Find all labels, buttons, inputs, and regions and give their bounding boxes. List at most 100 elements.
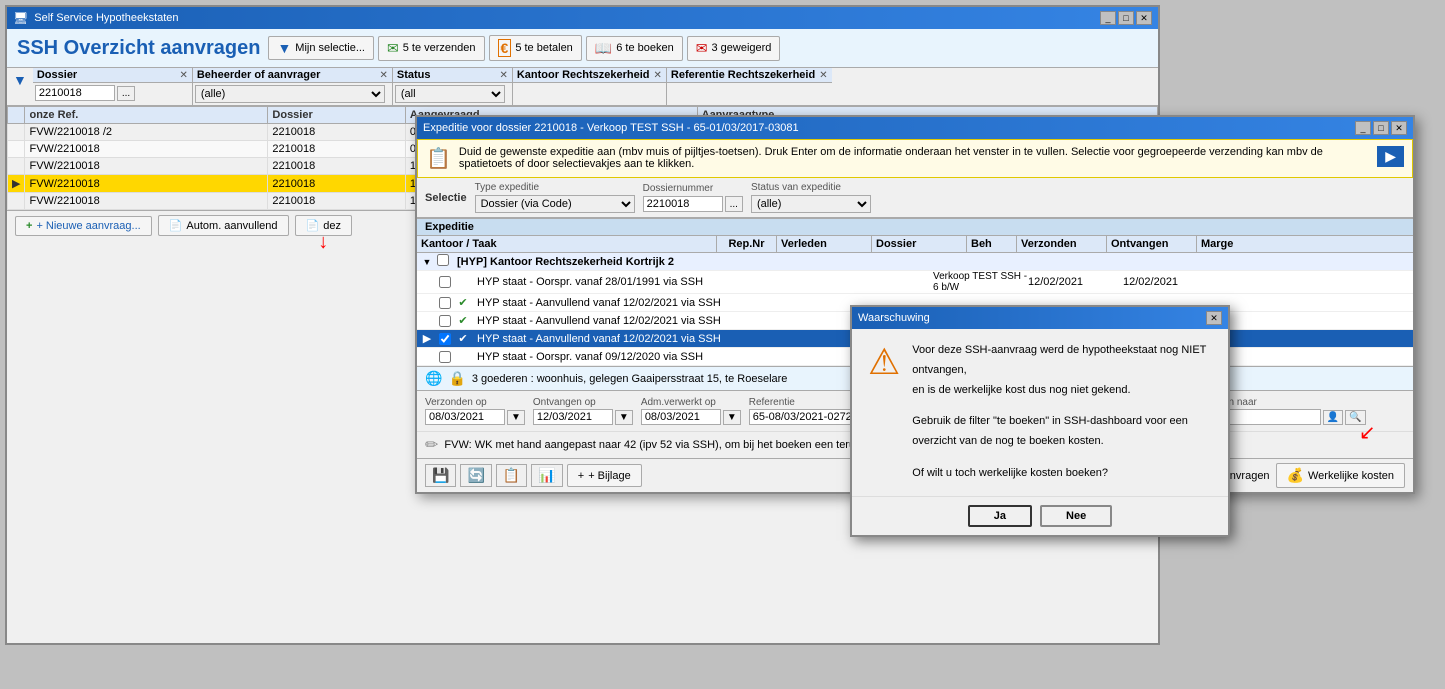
te-boeken-button[interactable]: 📖 6 te boeken bbox=[586, 36, 683, 61]
row-dossier: 2210018 bbox=[268, 158, 406, 175]
col-header-verleden: Verleden bbox=[777, 236, 872, 252]
exp-nav-right-button[interactable]: ▶ bbox=[1377, 146, 1404, 167]
werkelijke-kosten-icon: 💰 bbox=[1287, 467, 1304, 484]
col-header-repnr: Rep.Nr bbox=[717, 236, 777, 252]
exp-type-expeditie-field: Type expeditie Dossier (via Code) bbox=[475, 182, 635, 213]
ontvangen-op-cal[interactable]: ▼ bbox=[615, 410, 633, 425]
row-checkbox[interactable] bbox=[439, 276, 451, 288]
col-header-ontvangen: Ontvangen bbox=[1107, 236, 1197, 252]
row-checkbox[interactable] bbox=[437, 254, 449, 266]
adm-verwerkt-op-field: Adm.verwerkt op ▼ bbox=[641, 397, 741, 425]
dossier-filter-browse[interactable]: ... bbox=[117, 86, 135, 101]
row-ref: FVW/2210018 bbox=[25, 158, 268, 175]
row-checkbox[interactable] bbox=[439, 351, 451, 363]
exp-type-expeditie-select[interactable]: Dossier (via Code) bbox=[475, 195, 635, 213]
mijn-selectie-button[interactable]: ▼ Mijn selectie... bbox=[268, 36, 374, 60]
verzonden-op-label: Verzonden op bbox=[425, 397, 525, 408]
row-arrow-cell: ▶ bbox=[8, 175, 25, 193]
warning-text-block: Voor deze SSH-aanvraag werd de hypotheek… bbox=[912, 341, 1212, 484]
warning-nee-button[interactable]: Nee bbox=[1040, 505, 1112, 527]
verzonden-op-input[interactable] bbox=[425, 409, 505, 425]
row-checkbox-cell bbox=[437, 315, 453, 327]
col-header-dossier[interactable]: Dossier bbox=[268, 107, 406, 124]
exp-table-btn[interactable]: 📊 bbox=[531, 464, 562, 487]
exp-copy-btn[interactable]: 📋 bbox=[496, 464, 527, 487]
beheerder-filter-close[interactable]: ✕ bbox=[379, 70, 387, 81]
dez-label: dez bbox=[323, 220, 341, 232]
exp-close-button[interactable]: ✕ bbox=[1391, 121, 1407, 135]
referentie-filter-close[interactable]: ✕ bbox=[819, 70, 827, 81]
zoeken-red-arrow: ↙ bbox=[1359, 420, 1376, 445]
te-betalen-button[interactable]: € 5 te betalen bbox=[489, 35, 582, 61]
col-header-beh: Beh bbox=[967, 236, 1017, 252]
exp-status-select[interactable]: (alle) bbox=[751, 195, 871, 213]
money-icon: € bbox=[498, 39, 512, 57]
nieuwe-aanvraag-button[interactable]: + + Nieuwe aanvraag... bbox=[15, 216, 152, 236]
referentie-filter-label: Referentie Rechtszekerheid bbox=[671, 69, 815, 81]
ontvangen-op-input[interactable] bbox=[533, 409, 613, 425]
exp-info-bar: 📋 Duid de gewenste expeditie aan (mbv mu… bbox=[417, 139, 1413, 178]
kantoor-filter: Kantoor Rechtszekerheid ✕ bbox=[513, 68, 667, 105]
geweigerd-button[interactable]: ✉ 3 geweigerd bbox=[687, 36, 781, 61]
maximize-button[interactable]: □ bbox=[1118, 11, 1134, 25]
exp-minimize-button[interactable]: _ bbox=[1355, 121, 1371, 135]
exp-list-row[interactable]: HYP staat - Oorspr. vanaf 28/01/1991 via… bbox=[417, 271, 1413, 294]
col-header-onze-ref[interactable]: onze Ref. bbox=[25, 107, 268, 124]
warning-ja-button[interactable]: Ja bbox=[968, 505, 1032, 527]
row-checkbox[interactable] bbox=[439, 297, 451, 309]
row-arrow-cell bbox=[8, 158, 25, 175]
row-checkbox[interactable] bbox=[439, 333, 451, 345]
exp-list-header: Kantoor / Taak Rep.Nr Verleden Dossier B… bbox=[417, 236, 1413, 253]
beheerder-filter-select[interactable]: (alle) bbox=[195, 85, 385, 103]
werkelijke-kosten-button[interactable]: 💰 Werkelijke kosten bbox=[1276, 463, 1405, 488]
exp-maximize-button[interactable]: □ bbox=[1373, 121, 1389, 135]
row-dossier: 2210018 bbox=[268, 141, 406, 158]
app-header: SSH Overzicht aanvragen ▼ Mijn selectie.… bbox=[7, 29, 1158, 68]
kantoor-filter-close[interactable]: ✕ bbox=[654, 70, 662, 81]
exp-dossiernummer-label: Dossiernummer bbox=[643, 183, 743, 194]
warning-icon: ⚠ bbox=[868, 341, 900, 484]
row-label: HYP staat - Oorspr. vanaf 28/01/1991 via… bbox=[473, 276, 873, 288]
app-icon: 🖥 bbox=[13, 11, 28, 25]
verzonden-op-field: Verzonden op ▼ bbox=[425, 397, 525, 425]
row-triangle: ▶ bbox=[417, 332, 437, 345]
exp-refresh-btn[interactable]: 🔄 bbox=[460, 464, 491, 487]
exp-dossiernummer-input[interactable] bbox=[643, 196, 723, 212]
zoeken-user-btn[interactable]: 👤 bbox=[1323, 410, 1343, 425]
werkelijke-kosten-label: Werkelijke kosten bbox=[1308, 470, 1394, 482]
row-checkbox-cell bbox=[437, 333, 453, 345]
adm-verwerkt-op-input[interactable] bbox=[641, 409, 721, 425]
minimize-button[interactable]: _ bbox=[1100, 11, 1116, 25]
adm-verwerkt-op-label: Adm.verwerkt op bbox=[641, 397, 741, 408]
exp-list-row-parent[interactable]: ▼ [HYP] Kantoor Rechtszekerheid Kortrijk… bbox=[417, 253, 1413, 271]
te-boeken-label: 6 te boeken bbox=[616, 42, 674, 54]
status-filter-close[interactable]: ✕ bbox=[499, 70, 507, 81]
exp-type-expeditie-label: Type expeditie bbox=[475, 182, 635, 193]
warning-close-button[interactable]: ✕ bbox=[1206, 311, 1222, 325]
warning-title-bar: Waarschuwing ✕ bbox=[852, 307, 1228, 329]
te-verzenden-button[interactable]: ✉ 5 te verzenden bbox=[378, 36, 485, 61]
dossier-filter: Dossier ✕ ... bbox=[33, 68, 193, 105]
row-checkbox[interactable] bbox=[439, 315, 451, 327]
exp-dossiernummer-browse[interactable]: ... bbox=[725, 196, 743, 212]
filter-funnel-icon: ▼ bbox=[7, 68, 33, 105]
adm-verwerkt-op-cal[interactable]: ▼ bbox=[723, 410, 741, 425]
exp-selection-row: Selectie Type expeditie Dossier (via Cod… bbox=[417, 178, 1413, 218]
row-arrow-cell bbox=[8, 193, 25, 210]
mijn-selectie-label: Mijn selectie... bbox=[295, 42, 365, 54]
close-button[interactable]: ✕ bbox=[1136, 11, 1152, 25]
dossier-filter-input[interactable] bbox=[35, 85, 115, 101]
exp-info-icon: 📋 bbox=[426, 146, 451, 171]
verzonden-op-cal[interactable]: ▼ bbox=[507, 410, 525, 425]
status-filter-select[interactable]: (all bbox=[395, 85, 505, 103]
main-window-title: Self Service Hypotheekstaten bbox=[34, 12, 178, 24]
dossier-filter-close[interactable]: ✕ bbox=[179, 70, 187, 81]
exp-save-icon-btn[interactable]: 💾 bbox=[425, 464, 456, 487]
row-checkbox-cell bbox=[437, 254, 453, 269]
bijlage-button[interactable]: + + Bijlage bbox=[567, 464, 642, 487]
red-arrow-indicator: ↓ bbox=[318, 231, 328, 254]
col-header-ref[interactable] bbox=[8, 107, 25, 124]
autom-aanvullend-button[interactable]: 📄 Autom. aanvullend bbox=[158, 215, 289, 236]
main-title-bar: 🖥 Self Service Hypotheekstaten _ □ ✕ bbox=[7, 7, 1158, 29]
row-dossier: 2210018 bbox=[268, 124, 406, 141]
